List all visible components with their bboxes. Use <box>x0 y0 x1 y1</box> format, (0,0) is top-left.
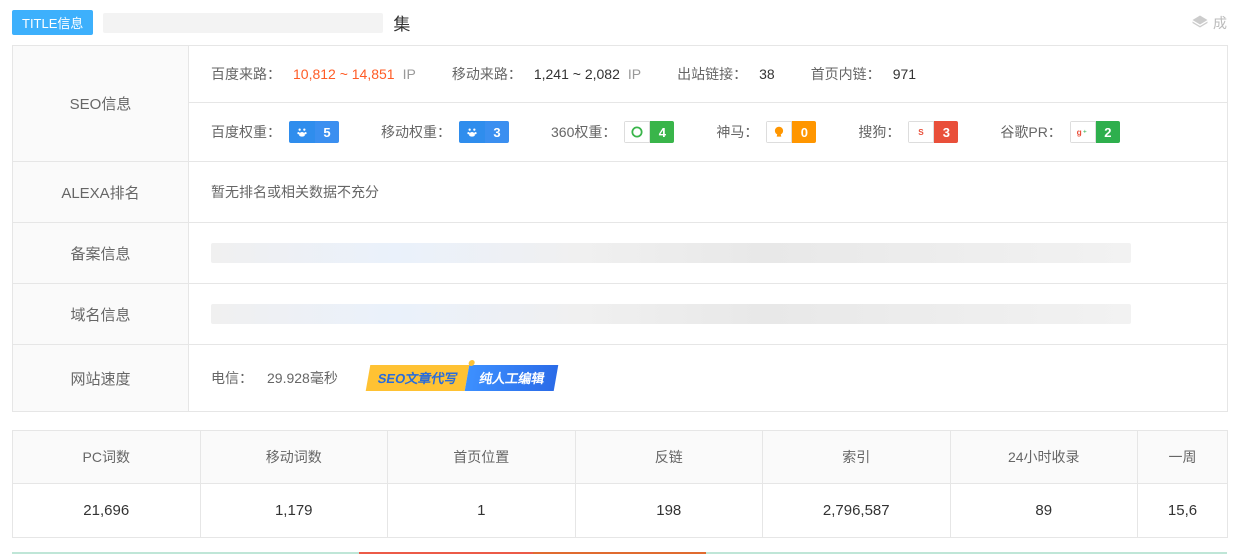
sogou-label: 搜狗： <box>858 122 900 142</box>
top-bar: TITLE信息 集 成 <box>0 0 1239 45</box>
stats-value[interactable]: 198 <box>575 484 763 538</box>
redacted-title <box>103 13 383 33</box>
title-suffix: 集 <box>393 10 410 35</box>
baidu-traffic-unit: IP <box>403 66 416 82</box>
stats-header[interactable]: 反链 <box>575 431 763 484</box>
stats-value[interactable]: 2,796,587 <box>763 484 951 538</box>
alexa-label: ALEXA排名 <box>13 162 189 222</box>
beian-content <box>189 223 1227 283</box>
outbound-label: 出站链接： <box>677 64 747 84</box>
seo-content: 百度来路： 10,812 ~ 14,851 IP 移动来路： 1,241 ~ 2… <box>189 46 1227 161</box>
mobile-traffic-unit: IP <box>628 66 641 82</box>
shenma-icon <box>766 121 792 143</box>
stats-header[interactable]: 一周 <box>1138 431 1228 484</box>
domain-content <box>189 284 1227 344</box>
layers-icon <box>1191 14 1209 32</box>
w360-weight-group[interactable]: 360权重： 4 <box>551 121 674 143</box>
stats-value[interactable]: 15,6 <box>1138 484 1228 538</box>
baidu-paw-icon <box>289 121 315 143</box>
google-icon: g+ <box>1070 121 1096 143</box>
google-value: 2 <box>1096 121 1120 143</box>
svg-text:+: + <box>1083 128 1087 135</box>
baidu-weight-group[interactable]: 百度权重： 5 <box>211 121 339 143</box>
sogou-icon: S <box>908 121 934 143</box>
stats-value[interactable]: 1,179 <box>200 484 388 538</box>
alexa-row: ALEXA排名 暂无排名或相关数据不充分 <box>13 162 1227 223</box>
speed-label: 网站速度 <box>13 345 189 411</box>
mobile-weight-group[interactable]: 移动权重： 3 <box>381 121 509 143</box>
baidu-weight-value: 5 <box>315 121 339 143</box>
w360-label: 360权重： <box>551 122 616 142</box>
stats-value[interactable]: 89 <box>950 484 1138 538</box>
domain-label: 域名信息 <box>13 284 189 344</box>
w360-value: 4 <box>650 121 674 143</box>
outbound-value[interactable]: 38 <box>759 66 775 82</box>
stats-value[interactable]: 21,696 <box>13 484 201 538</box>
promo-banner[interactable]: SEO文章代写 纯人工编辑 <box>366 365 559 391</box>
google-pr-group[interactable]: 谷歌PR： g+ 2 <box>1000 121 1119 143</box>
domain-row: 域名信息 <box>13 284 1227 345</box>
title-badge: TITLE信息 <box>12 10 93 35</box>
seo-weight-row: 百度权重： 5 移动权重： 3 360权重： <box>189 103 1227 161</box>
sogou-value: 3 <box>934 121 958 143</box>
shenma-label: 神马： <box>716 122 758 142</box>
svg-text:S: S <box>919 128 925 137</box>
mobile-weight-label: 移动权重： <box>381 122 451 142</box>
alexa-content: 暂无排名或相关数据不充分 <box>189 162 1227 222</box>
homepage-inlink-value[interactable]: 971 <box>893 66 916 82</box>
mobile-weight-value: 3 <box>485 121 509 143</box>
speed-isp-label: 电信： <box>211 368 253 388</box>
mobile-paw-icon <box>459 121 485 143</box>
svg-text:g: g <box>1076 127 1081 137</box>
shenma-weight-group[interactable]: 神马： 0 <box>716 121 816 143</box>
seo-traffic-row: 百度来路： 10,812 ~ 14,851 IP 移动来路： 1,241 ~ 2… <box>189 46 1227 103</box>
promo-right: 纯人工编辑 <box>465 365 559 391</box>
mobile-traffic-value[interactable]: 1,241 ~ 2,082 <box>534 66 620 82</box>
beian-row: 备案信息 <box>13 223 1227 284</box>
baidu-weight-label: 百度权重： <box>211 122 281 142</box>
w360-icon <box>624 121 650 143</box>
stats-header[interactable]: PC词数 <box>13 431 201 484</box>
baidu-traffic-label: 百度来路： <box>211 64 281 84</box>
corner-label: 成 <box>1213 13 1227 33</box>
stats-value[interactable]: 1 <box>388 484 576 538</box>
google-label: 谷歌PR： <box>1000 122 1061 142</box>
homepage-inlink-label: 首页内链： <box>811 64 881 84</box>
seo-row: SEO信息 百度来路： 10,812 ~ 14,851 IP 移动来路： 1,2… <box>13 46 1227 162</box>
mobile-traffic-label: 移动来路： <box>452 64 522 84</box>
stats-header[interactable]: 24小时收录 <box>950 431 1138 484</box>
speed-row: 网站速度 电信： 29.928毫秒 SEO文章代写 纯人工编辑 <box>13 345 1227 411</box>
corner-button[interactable]: 成 <box>1191 13 1227 33</box>
stats-header[interactable]: 首页位置 <box>388 431 576 484</box>
stats-table: PC词数 移动词数 首页位置 反链 索引 24小时收录 一周 21,696 1,… <box>12 430 1228 538</box>
redacted-beian <box>211 243 1131 263</box>
stats-header[interactable]: 索引 <box>763 431 951 484</box>
stats-value-row: 21,696 1,179 1 198 2,796,587 89 15,6 <box>13 484 1228 538</box>
redacted-domain <box>211 304 1131 324</box>
speed-value: 29.928毫秒 <box>267 368 338 388</box>
alexa-text: 暂无排名或相关数据不充分 <box>211 182 379 202</box>
beian-label: 备案信息 <box>13 223 189 283</box>
stats-header[interactable]: 移动词数 <box>200 431 388 484</box>
speed-content: 电信： 29.928毫秒 SEO文章代写 纯人工编辑 <box>189 345 1227 411</box>
sogou-weight-group[interactable]: 搜狗： S 3 <box>858 121 958 143</box>
baidu-traffic-value[interactable]: 10,812 ~ 14,851 <box>293 66 395 82</box>
shenma-value: 0 <box>792 121 816 143</box>
promo-left: SEO文章代写 <box>366 365 470 391</box>
info-table: SEO信息 百度来路： 10,812 ~ 14,851 IP 移动来路： 1,2… <box>12 45 1228 412</box>
seo-label: SEO信息 <box>13 46 189 161</box>
